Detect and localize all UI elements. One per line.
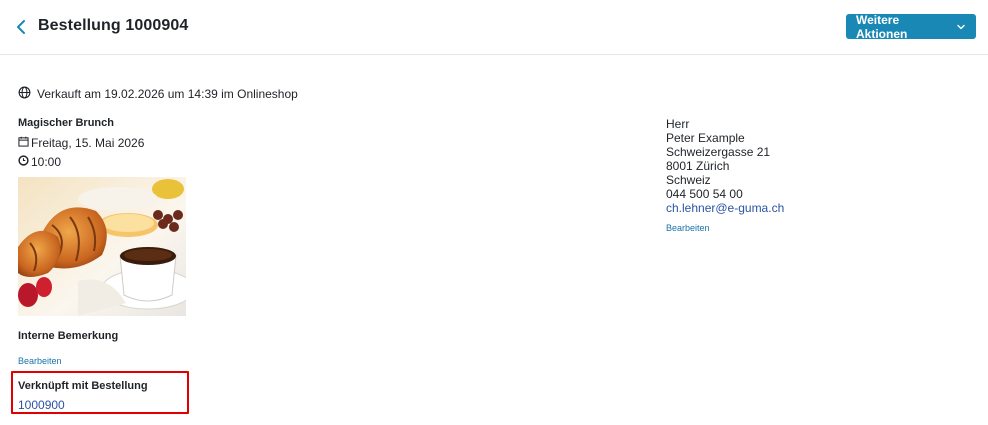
page-header: Bestellung 1000904 Weitere Aktionen [0,0,988,55]
customer-salutation: Herr [666,117,690,131]
linked-order-link[interactable]: 1000900 [18,398,65,412]
page-title: Bestellung 1000904 [38,17,189,34]
globe-icon [18,86,31,102]
event-time-text: 10:00 [31,155,62,169]
event-date: Freitag, 15. Mai 2026 [18,136,144,150]
calendar-icon [18,136,29,150]
customer-city: 8001 Zürich [666,159,730,173]
event-date-text: Freitag, 15. Mai 2026 [31,136,145,150]
customer-phone: 044 500 54 00 [666,187,743,201]
more-actions-button[interactable]: Weitere Aktionen [846,12,976,41]
customer-edit-link[interactable]: Bearbeiten [666,223,710,233]
internal-note-edit-link[interactable]: Bearbeiten [18,356,62,366]
more-actions-label: Weitere Aktionen [856,12,908,41]
chevron-down-icon [956,20,966,34]
customer-street: Schweizergasse 21 [666,145,771,159]
back-chevron-icon[interactable] [14,17,32,37]
event-title: Magischer Brunch [18,117,114,129]
customer-name: Peter Example [666,131,745,145]
event-time: 10:00 [18,155,61,169]
customer-address: Herr Peter Example Schweizergasse 21 800… [666,117,784,215]
linked-order-title: Verknüpft mit Bestellung [18,380,148,392]
customer-country: Schweiz [666,173,711,187]
event-image [18,177,186,316]
sale-text: Verkauft am 19.02.2026 um 14:39 im Onlin… [37,87,298,101]
clock-icon [18,155,29,169]
internal-note-title: Interne Bemerkung [18,330,119,342]
sale-info: Verkauft am 19.02.2026 um 14:39 im Onlin… [18,86,298,102]
customer-email-link[interactable]: ch.lehner@e-guma.ch [666,201,784,215]
